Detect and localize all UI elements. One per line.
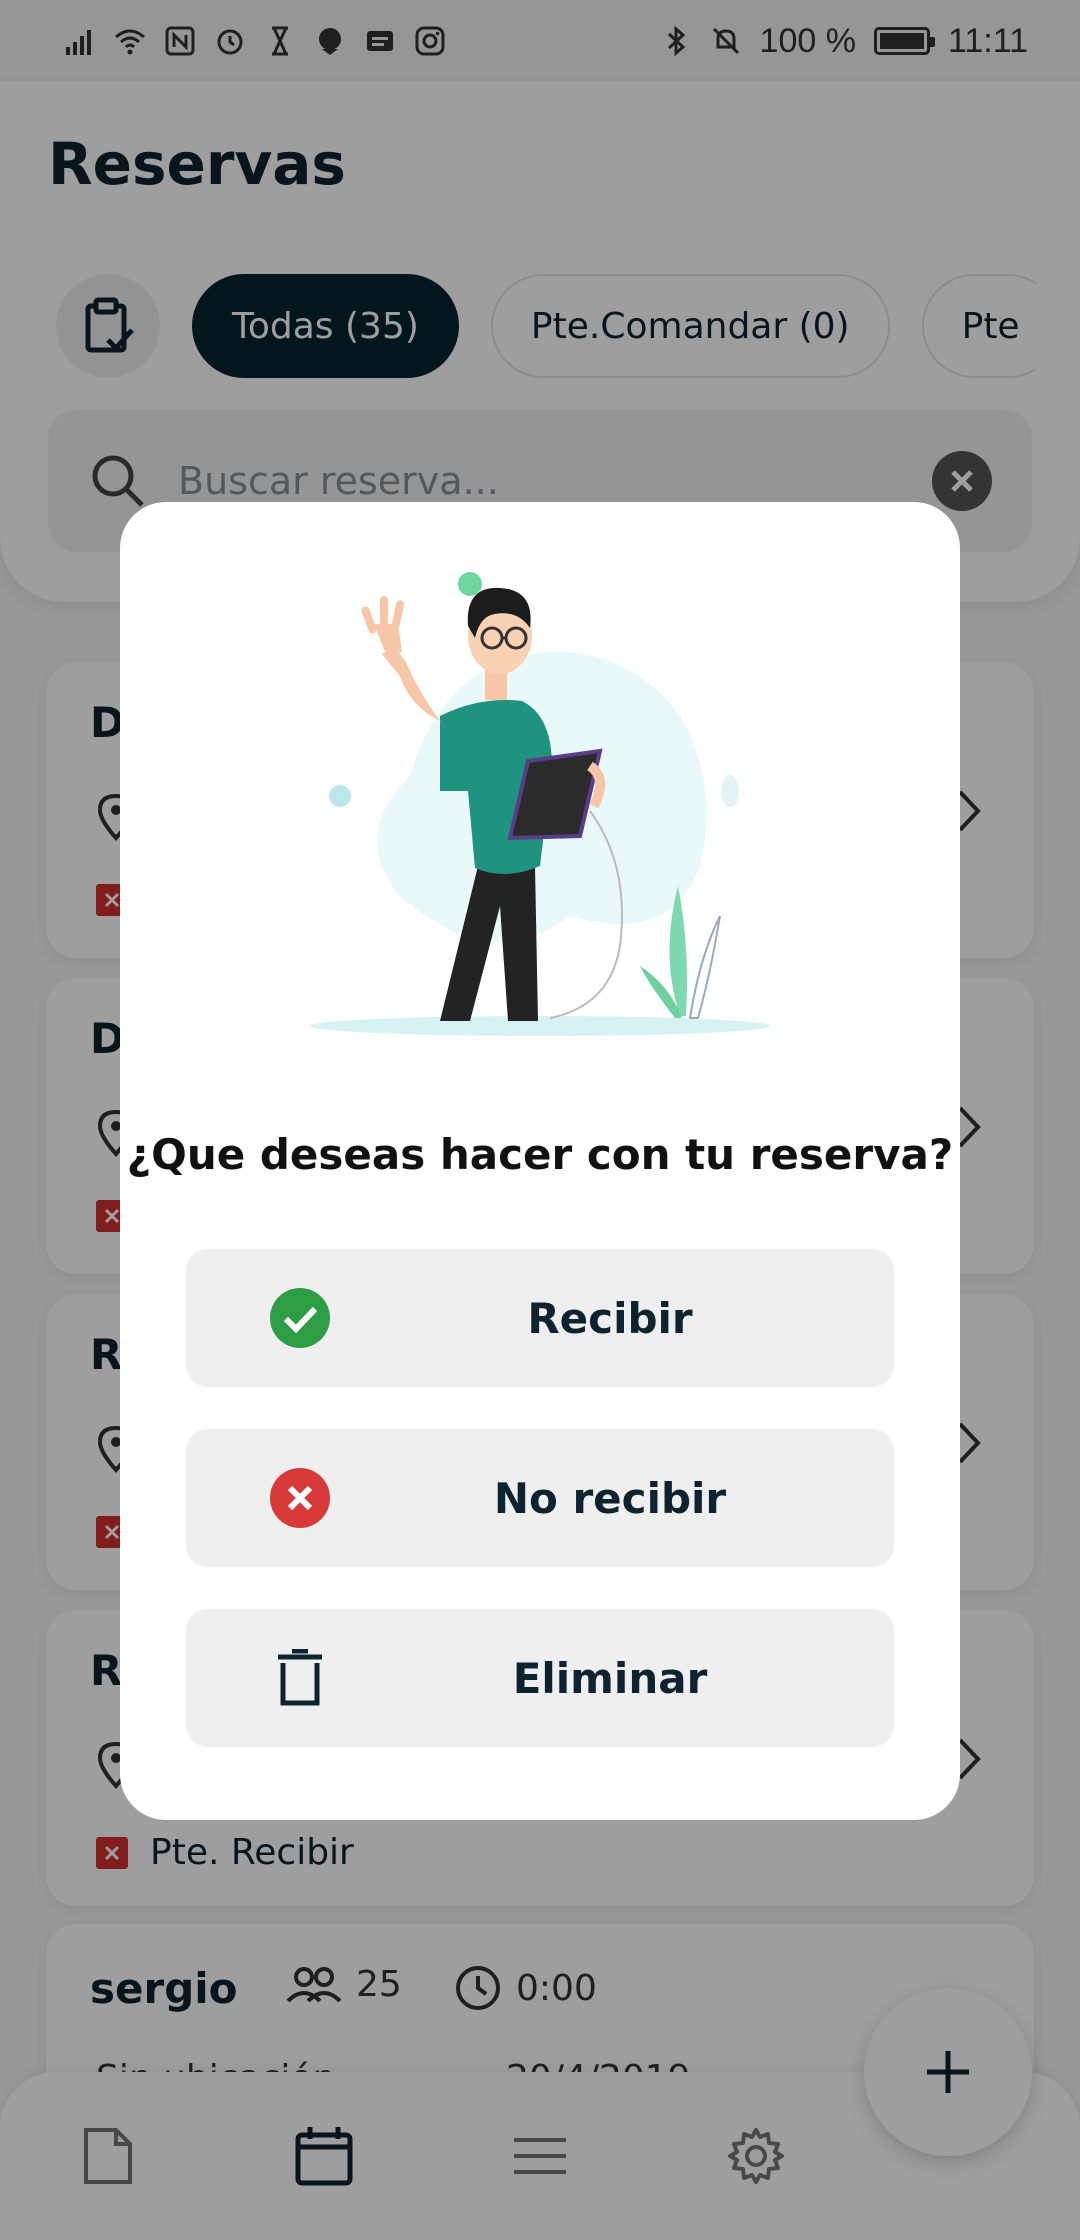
- dialog-title: ¿Que deseas hacer con tu reserva?: [126, 1130, 954, 1179]
- trash-icon: [270, 1648, 330, 1708]
- not-receive-button[interactable]: No recibir: [186, 1429, 894, 1567]
- delete-button-label: Eliminar: [512, 1653, 708, 1703]
- waving-person-illustration: [310, 572, 770, 1036]
- receive-button-label: Recibir: [527, 1293, 693, 1343]
- delete-button[interactable]: Eliminar: [186, 1609, 894, 1747]
- x-circle-icon: [270, 1468, 330, 1528]
- check-circle-icon: [270, 1288, 330, 1348]
- not-receive-button-label: No recibir: [493, 1473, 727, 1523]
- reservation-action-dialog: ¿Que deseas hacer con tu reserva? Recibi…: [120, 502, 960, 1820]
- receive-button[interactable]: Recibir: [186, 1249, 894, 1387]
